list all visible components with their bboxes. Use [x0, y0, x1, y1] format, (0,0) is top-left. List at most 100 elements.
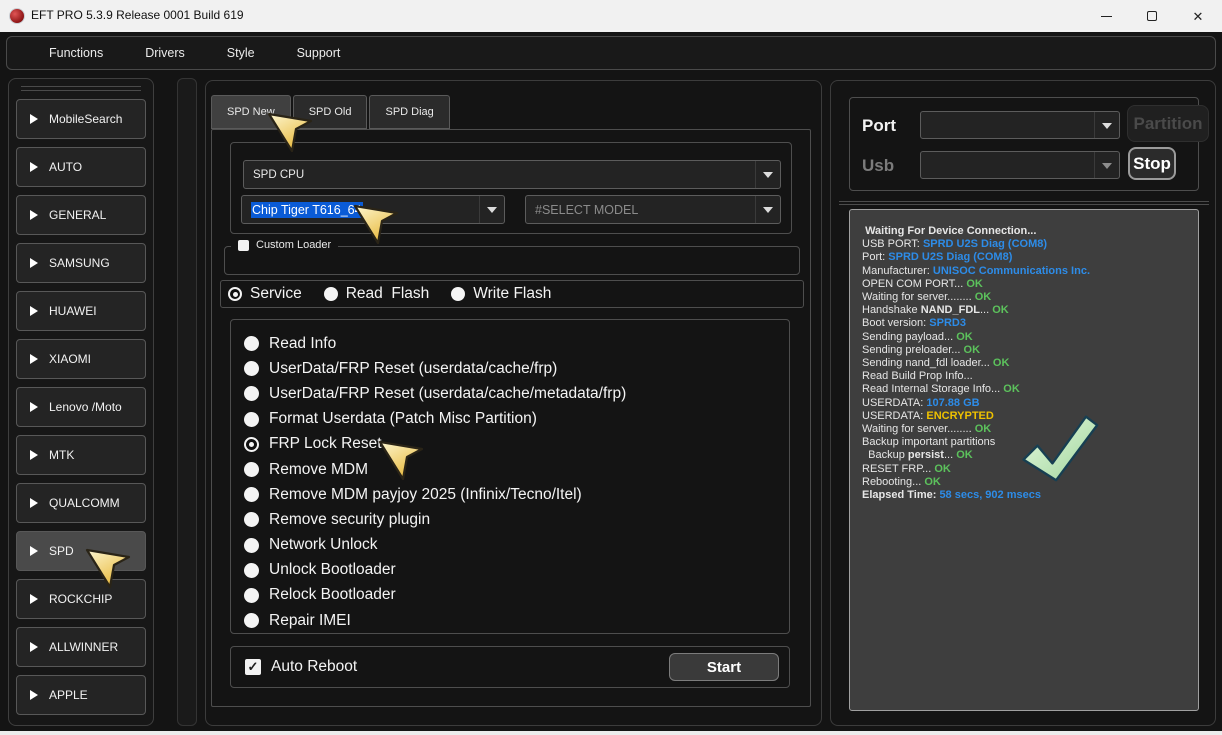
tab-spd-old[interactable]: SPD Old	[292, 95, 368, 129]
expand-arrow-icon	[30, 306, 38, 316]
sidebar-item-label: ALLWINNER	[49, 640, 119, 654]
minimize-button[interactable]	[1083, 0, 1129, 32]
log-line: Waiting For Device Connection...	[862, 225, 1037, 237]
port-dropdown[interactable]	[920, 111, 1120, 139]
operation-radio[interactable]: Network Unlock	[244, 533, 789, 558]
expand-arrow-icon	[30, 498, 38, 508]
chevron-down-icon	[479, 196, 504, 223]
log-line: OPEN COM PORT... OK	[862, 277, 983, 290]
operation-label: UserData/FRP Reset (userdata/cache/metad…	[269, 384, 627, 402]
operation-label: Remove MDM payjoy 2025 (Infinix/Tecno/It…	[269, 485, 582, 503]
operation-radio[interactable]: Unlock Bootloader	[244, 558, 789, 583]
mode-radio-label: Service	[250, 285, 302, 302]
port-dropdown-value	[921, 112, 1094, 138]
sidebar-item-lenovo-moto[interactable]: Lenovo /Moto	[16, 387, 146, 427]
radio-icon	[244, 537, 259, 553]
sidebar-item-general[interactable]: GENERAL	[16, 195, 146, 235]
close-button[interactable]: ✕	[1175, 0, 1221, 32]
log-line: Read Build Prop Info...	[862, 370, 973, 383]
sidebar: MobileSearch AUTO GENERAL SAMSUNG HUAWEI…	[8, 78, 154, 726]
radio-icon	[244, 487, 259, 503]
tab-page-spd-new: SPD CPU Chip Tiger T616_64 #SELECT MODEL…	[211, 129, 811, 707]
custom-loader-group: Custom Loader	[224, 239, 800, 275]
mode-radio[interactable]: Read Flash	[323, 285, 429, 303]
log-line: Read Internal Storage Info... OK	[862, 383, 1020, 396]
operation-radio[interactable]: UserData/FRP Reset (userdata/cache/frp)	[244, 356, 789, 381]
expand-arrow-icon	[30, 594, 38, 604]
tab-spd-new[interactable]: SPD New	[211, 95, 291, 129]
expand-arrow-icon	[30, 210, 38, 220]
expand-arrow-icon	[30, 114, 38, 124]
mode-radio[interactable]: Service	[228, 285, 302, 303]
log-line: Sending preloader... OK	[862, 343, 981, 356]
menu-item-style[interactable]: Style	[227, 46, 255, 60]
radio-icon	[244, 512, 259, 528]
sidebar-item-mobilesearch[interactable]: MobileSearch	[16, 99, 146, 139]
sidebar-item-huawei[interactable]: HUAWEI	[16, 291, 146, 331]
model-dropdown[interactable]: #SELECT MODEL	[525, 195, 781, 224]
radio-icon	[244, 562, 259, 578]
expand-arrow-icon	[30, 402, 38, 412]
chip-dropdown[interactable]: Chip Tiger T616_64	[241, 195, 505, 224]
auto-reboot-checkbox[interactable]: ✓	[245, 659, 261, 675]
operation-radio[interactable]: Remove security plugin	[244, 507, 789, 532]
radio-icon	[244, 336, 259, 352]
expand-arrow-icon	[30, 546, 38, 556]
operation-radio[interactable]: Remove MDM	[244, 457, 789, 482]
operation-label: Remove security plugin	[269, 510, 431, 528]
sidebar-item-mtk[interactable]: MTK	[16, 435, 146, 475]
operation-radio[interactable]: Read Info	[244, 331, 789, 356]
cpu-group: SPD CPU Chip Tiger T616_64 #SELECT MODEL	[230, 142, 792, 234]
sidebar-item-qualcomm[interactable]: QUALCOMM	[16, 483, 146, 523]
sidebar-item-rockchip[interactable]: ROCKCHIP	[16, 579, 146, 619]
sidebar-item-allwinner[interactable]: ALLWINNER	[16, 627, 146, 667]
partition-button[interactable]: Partition	[1127, 105, 1209, 142]
log-line: RESET FRP... OK	[862, 462, 951, 475]
operation-radio[interactable]: UserData/FRP Reset (userdata/cache/metad…	[244, 381, 789, 406]
splitter-strip[interactable]	[177, 78, 197, 726]
menu-item-support[interactable]: Support	[297, 46, 341, 60]
radio-icon	[244, 436, 259, 452]
menu-item-functions[interactable]: Functions	[49, 46, 103, 60]
menu-item-drivers[interactable]: Drivers	[145, 46, 185, 60]
maximize-button[interactable]	[1129, 0, 1175, 32]
operation-radio[interactable]: FRP Lock Reset	[244, 432, 789, 457]
sidebar-item-xiaomi[interactable]: XIAOMI	[16, 339, 146, 379]
mode-radio[interactable]: Write Flash	[451, 285, 551, 303]
sidebar-item-auto[interactable]: AUTO	[16, 147, 146, 187]
custom-loader-checkbox[interactable]	[238, 239, 249, 251]
radio-icon	[228, 287, 242, 301]
footer-bar: ✓ Auto Reboot Start	[230, 646, 790, 688]
start-button[interactable]: Start	[669, 653, 779, 681]
window-title: EFT PRO 5.3.9 Release 0001 Build 619	[31, 8, 244, 22]
title-bar: EFT PRO 5.3.9 Release 0001 Build 619 ✕	[0, 0, 1222, 32]
close-icon: ✕	[1192, 8, 1204, 24]
sidebar-item-label: MobileSearch	[49, 112, 123, 126]
log-line: Elapsed Time: 58 secs, 902 msecs	[862, 489, 1041, 502]
operation-label: FRP Lock Reset	[269, 435, 382, 453]
operation-radio[interactable]: Format Userdata (Patch Misc Partition)	[244, 407, 789, 432]
spd-cpu-dropdown-value: SPD CPU	[253, 168, 305, 181]
spd-cpu-dropdown[interactable]: SPD CPU	[243, 160, 781, 189]
chevron-down-icon	[755, 196, 780, 223]
stop-button[interactable]: Stop	[1128, 147, 1176, 180]
separator	[839, 201, 1209, 205]
tab-spd-diag[interactable]: SPD Diag	[369, 95, 450, 129]
operation-radio[interactable]: Relock Bootloader	[244, 583, 789, 608]
operation-radio[interactable]: Remove MDM payjoy 2025 (Infinix/Tecno/It…	[244, 482, 789, 507]
sidebar-item-label: APPLE	[49, 688, 88, 702]
expand-arrow-icon	[30, 450, 38, 460]
log-output[interactable]: Waiting For Device Connection... USB PORT…	[849, 209, 1199, 711]
sidebar-item-spd[interactable]: SPD	[16, 531, 146, 571]
sidebar-item-label: ROCKCHIP	[49, 592, 113, 606]
log-line: Rebooting... OK	[862, 475, 941, 488]
operation-label: Relock Bootloader	[269, 586, 396, 604]
radio-icon	[244, 386, 259, 402]
sidebar-grip-icon[interactable]	[21, 86, 141, 91]
usb-dropdown[interactable]	[920, 151, 1120, 179]
sidebar-item-apple[interactable]: APPLE	[16, 675, 146, 715]
sidebar-item-samsung[interactable]: SAMSUNG	[16, 243, 146, 283]
custom-loader-path-field[interactable]	[225, 247, 799, 274]
operation-radio[interactable]: Repair IMEI	[244, 608, 789, 633]
radio-icon	[244, 462, 259, 478]
